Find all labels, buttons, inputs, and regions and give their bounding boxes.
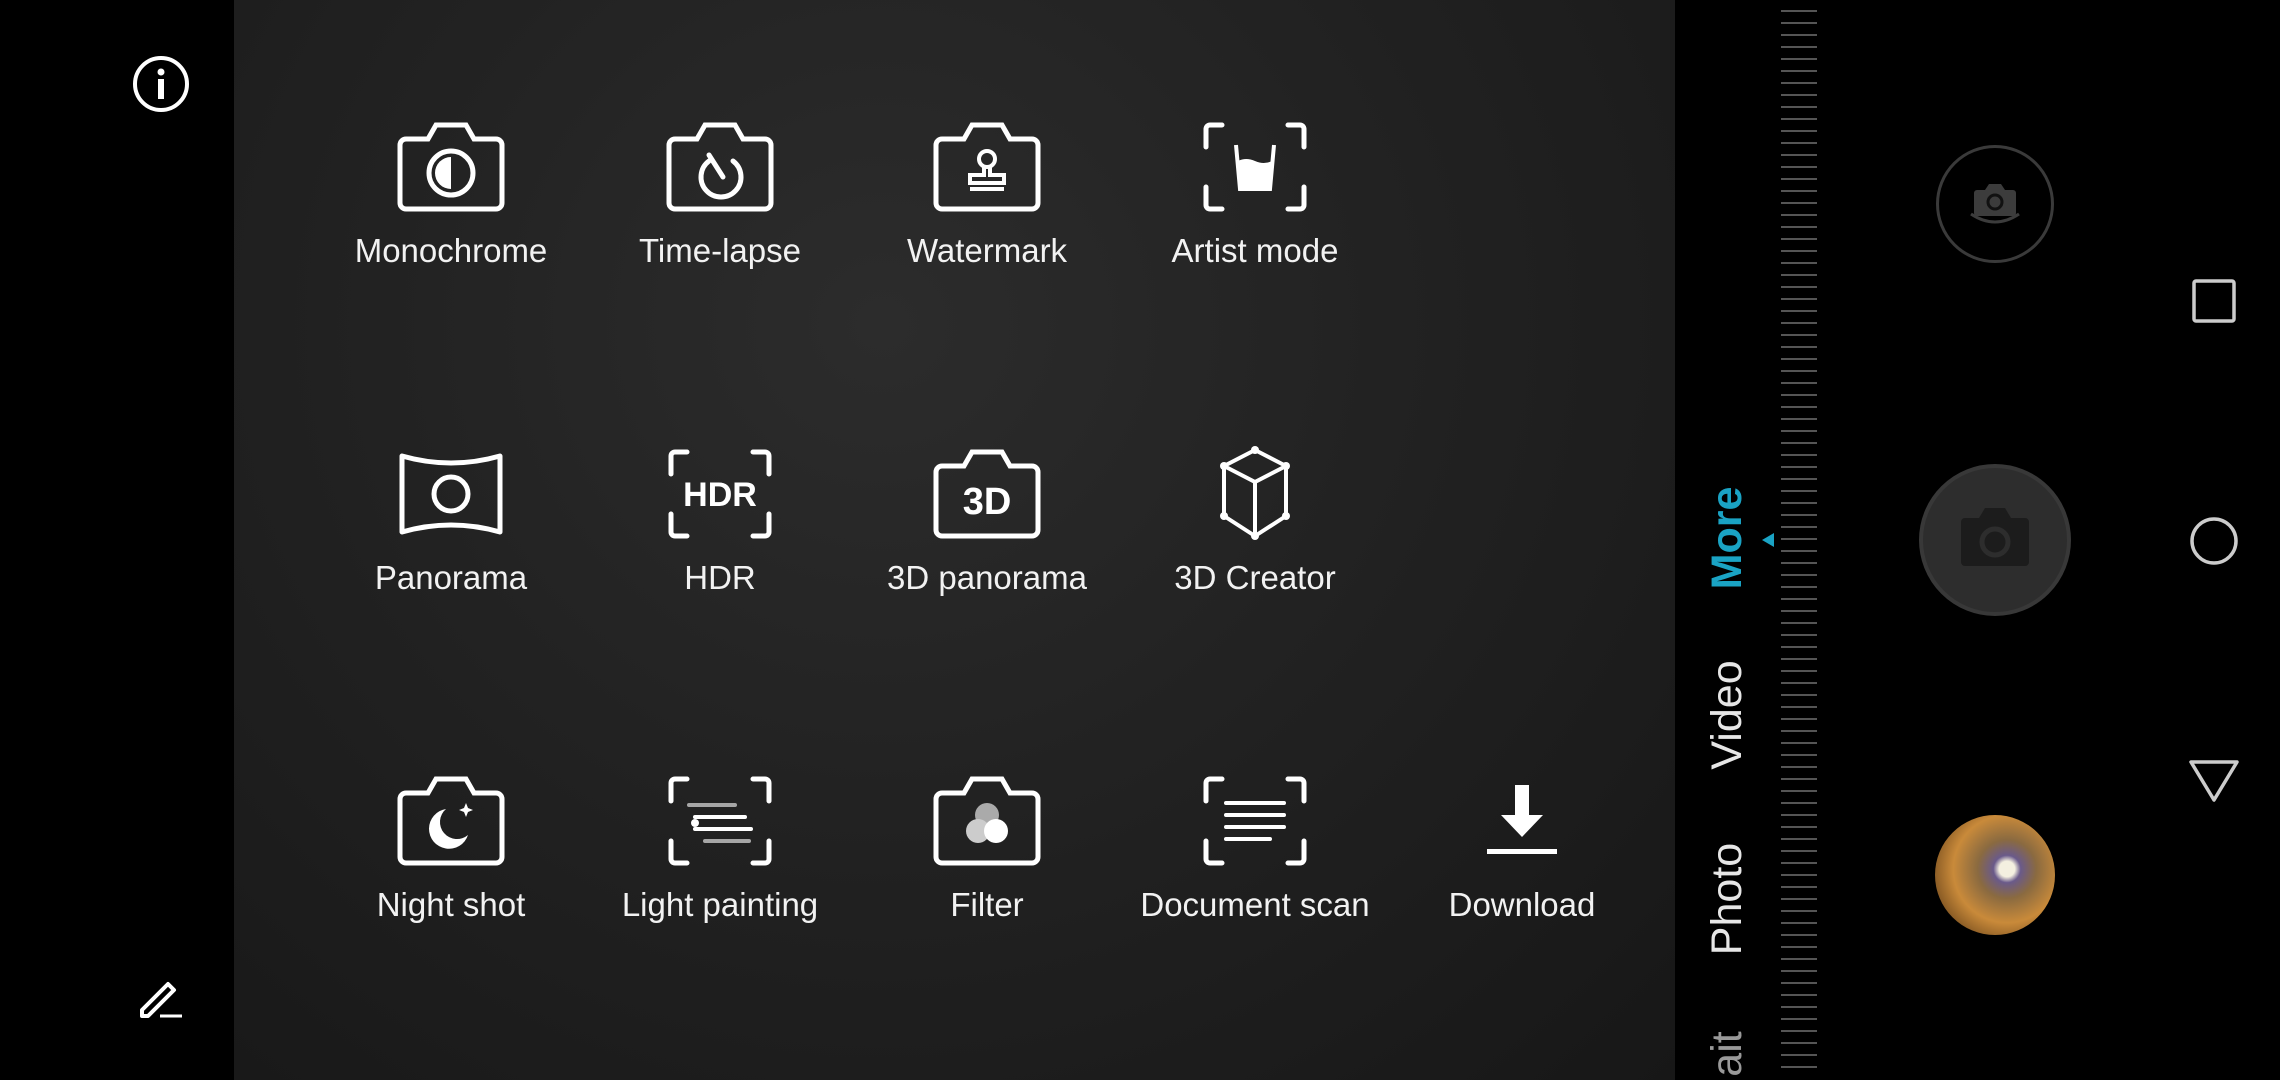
night-shot-icon: [397, 776, 505, 866]
square-icon[interactable]: [2191, 278, 2237, 324]
3d-text: 3D: [963, 481, 1012, 523]
panorama-icon: [399, 453, 503, 535]
info-icon[interactable]: [131, 54, 191, 114]
mode-label: HDR: [684, 559, 756, 596]
mode-selector[interactable]: More Video Photo ait: [1675, 0, 1820, 1080]
mode-label: 3D Creator: [1174, 559, 1336, 596]
circle-icon[interactable]: [2189, 516, 2239, 566]
mode-artist[interactable]: Artist mode: [1125, 117, 1385, 287]
document-scan-icon: [1203, 776, 1307, 866]
mode-label: Time-lapse: [639, 232, 801, 269]
mode-time-lapse[interactable]: Time-lapse: [590, 117, 850, 287]
filter-icon: [933, 776, 1041, 866]
mode-label: 3D panorama: [887, 559, 1087, 596]
triangle-icon[interactable]: [2188, 758, 2240, 804]
mode-tab-portrait[interactable]: ait: [1703, 1031, 1751, 1076]
monochrome-camera-icon: [397, 122, 505, 212]
time-lapse-camera-icon: [666, 122, 774, 212]
mode-tab-more[interactable]: More: [1703, 487, 1751, 590]
mode-3d-panorama[interactable]: 3D 3D panorama: [857, 444, 1117, 614]
mode-label: Watermark: [906, 232, 1068, 269]
mode-monochrome[interactable]: Monochrome: [321, 117, 581, 287]
mode-label: Light painting: [621, 886, 819, 923]
shutter-icon: [1961, 508, 2029, 566]
cube-icon: [1220, 446, 1290, 540]
mode-night-shot[interactable]: Night shot: [321, 771, 581, 941]
gallery-thumbnail[interactable]: [1935, 815, 2055, 935]
mode-panorama[interactable]: Panorama: [321, 444, 581, 614]
mode-label: Document scan: [1140, 886, 1370, 923]
mode-watermark[interactable]: Watermark: [857, 117, 1117, 287]
mode-tabs: More Video Photo ait: [1703, 487, 1774, 1077]
mode-tab-video[interactable]: Video: [1703, 660, 1751, 769]
3d-panorama-icon: 3D: [933, 449, 1041, 539]
mode-hdr[interactable]: HDR HDR: [590, 444, 850, 614]
hdr-icon: HDR: [668, 449, 772, 539]
mode-light-painting[interactable]: Light painting: [590, 771, 850, 941]
mode-label: Artist mode: [1171, 232, 1339, 269]
mode-document-scan[interactable]: Document scan: [1125, 771, 1385, 941]
left-toolbar: [0, 0, 234, 1080]
hdr-text: HDR: [683, 476, 757, 514]
mode-label: Night shot: [376, 886, 526, 923]
more-modes-panel: Monochrome Time-lapse Watermark Artist m…: [234, 0, 1675, 1080]
light-painting-icon: [668, 776, 772, 866]
mode-label: Monochrome: [354, 232, 548, 269]
mode-filter[interactable]: Filter: [857, 771, 1117, 941]
mode-download[interactable]: Download: [1392, 771, 1652, 941]
download-icon: [1487, 785, 1557, 854]
artist-glass-icon: [1203, 122, 1307, 212]
switch-camera-icon: [1970, 184, 2020, 224]
edit-pencil-icon[interactable]: [136, 972, 186, 1022]
mode-label: Filter: [950, 886, 1024, 923]
active-mode-indicator-icon: [1762, 533, 1774, 547]
watermark-stamp-icon: [933, 122, 1041, 212]
mode-label: Download: [1448, 886, 1596, 923]
switch-camera-button[interactable]: [1936, 145, 2054, 263]
mode-tab-photo[interactable]: Photo: [1703, 843, 1751, 955]
shutter-button[interactable]: [1919, 464, 2071, 616]
mode-3d-creator[interactable]: 3D Creator: [1125, 444, 1385, 614]
mode-label: Panorama: [374, 559, 528, 596]
